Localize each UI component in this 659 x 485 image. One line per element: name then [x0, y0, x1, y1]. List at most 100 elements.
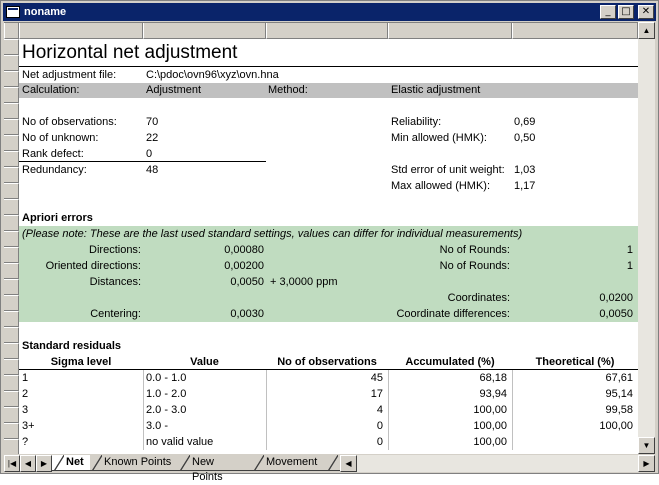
- next-sheet-button[interactable]: ▶: [36, 455, 52, 472]
- value-range-cell: 0.0 - 1.0: [146, 372, 187, 384]
- accumulated-cell: 68,18: [479, 372, 507, 384]
- scroll-down-button[interactable]: ▼: [638, 437, 655, 454]
- report-sheet[interactable]: Horizontal net adjustment Net adjustment…: [4, 22, 638, 454]
- col-theoretical: Theoretical (%): [535, 356, 615, 368]
- row-header-cell[interactable]: [4, 423, 19, 439]
- min-allowed-label: Min allowed (HMK):: [391, 132, 487, 144]
- column-separator: [512, 370, 513, 386]
- sheet-tab-net[interactable]: Net: [52, 455, 90, 471]
- sigma-level-cell: ?: [22, 436, 29, 448]
- row-header-cell[interactable]: [4, 231, 19, 247]
- row-header-cell[interactable]: [4, 247, 19, 263]
- row-header-cell[interactable]: [4, 103, 19, 119]
- scroll-left-button[interactable]: ◀: [340, 455, 357, 472]
- distances-ppm: + 3,0000 ppm: [270, 276, 338, 288]
- row-header-cell[interactable]: [4, 199, 19, 215]
- redundancy-label: Redundancy:: [22, 164, 87, 176]
- row-header-cell[interactable]: [4, 327, 19, 343]
- theoretical-cell: 67,61: [605, 372, 633, 384]
- rounds-label-2: No of Rounds:: [439, 260, 510, 272]
- row-header-cell[interactable]: [4, 311, 19, 327]
- app-icon: [6, 6, 20, 18]
- sheet-tab-new-points[interactable]: New Points: [178, 455, 252, 483]
- sheet-tab-known-points[interactable]: Known Points: [90, 455, 178, 471]
- row-header-cell[interactable]: [4, 151, 19, 167]
- scroll-right-button[interactable]: ▶: [638, 455, 655, 472]
- col-accumulated: Accumulated (%): [405, 356, 495, 368]
- unknown-value: 22: [146, 132, 159, 144]
- column-separator: [388, 402, 389, 418]
- observations-count-cell: 45: [370, 372, 383, 384]
- sigma-level-cell: 3+: [22, 420, 35, 432]
- accumulated-cell: 100,00: [473, 404, 507, 416]
- vertical-scrollbar[interactable]: ▲ ▼: [638, 22, 655, 454]
- sheet-tab-bar: |◀ ◀ ▶ Net Known Points New Points Movement…: [4, 455, 655, 483]
- row-header-cell[interactable]: [4, 183, 19, 199]
- scroll-up-button[interactable]: ▲: [638, 22, 655, 39]
- value-range-cell: 1.0 - 2.0: [146, 388, 187, 400]
- column-separator: [512, 402, 513, 418]
- row-header-cell[interactable]: [4, 39, 19, 55]
- column-separator: [266, 418, 267, 434]
- row-header-cell[interactable]: [4, 263, 19, 279]
- accumulated-cell: 100,00: [473, 436, 507, 448]
- column-separator: [388, 370, 389, 386]
- method-label: Method:: [268, 84, 308, 96]
- row-header-cell[interactable]: [4, 343, 19, 359]
- file-value: C:\pdoc\ovn96\xyz\ovn.hna: [146, 69, 279, 81]
- first-sheet-button[interactable]: |◀: [4, 455, 20, 472]
- row-header-cell[interactable]: [4, 279, 19, 295]
- row-header-cell[interactable]: [4, 407, 19, 423]
- apriori-heading: Apriori errors: [22, 212, 93, 224]
- value-range-cell: 2.0 - 3.0: [146, 404, 187, 416]
- row-header-cell[interactable]: [4, 71, 19, 87]
- row-header-cell[interactable]: [4, 391, 19, 407]
- col-sigma-level: Sigma level: [50, 356, 112, 368]
- row-header-cell[interactable]: [4, 135, 19, 151]
- column-separator: [143, 386, 144, 402]
- title-bar[interactable]: noname _ □ ✕: [3, 3, 656, 21]
- method-value: Elastic adjustment: [391, 84, 481, 96]
- calculation-band: [19, 83, 638, 98]
- row-header-cell[interactable]: [4, 55, 19, 71]
- theoretical-cell: 99,58: [605, 404, 633, 416]
- row-header-cell[interactable]: [4, 359, 19, 375]
- column-separator: [512, 434, 513, 450]
- coordinate-differences-value: 0,0050: [599, 308, 633, 320]
- coordinate-differences-label: Coordinate differences:: [396, 308, 510, 320]
- minimize-button[interactable]: _: [600, 5, 616, 19]
- column-separator: [388, 418, 389, 434]
- prev-sheet-button[interactable]: ◀: [20, 455, 36, 472]
- apriori-note: (Please note: These are the last used st…: [22, 228, 523, 240]
- reliability-label: Reliability:: [391, 116, 442, 128]
- row-header-cell[interactable]: [4, 167, 19, 183]
- row-header-cell[interactable]: [4, 215, 19, 231]
- std-error-value: 1,03: [514, 164, 536, 176]
- row-header-cell[interactable]: [4, 87, 19, 103]
- col-observations: No of observations: [277, 356, 377, 368]
- rank-defect-label: Rank defect:: [22, 148, 84, 160]
- oriented-directions-value: 0,00200: [224, 260, 264, 272]
- accumulated-cell: 100,00: [473, 420, 507, 432]
- report-title: Horizontal net adjustment: [22, 42, 238, 63]
- observations-count-cell: 17: [370, 388, 383, 400]
- row-header-cell[interactable]: [4, 119, 19, 135]
- observations-count-cell: 4: [376, 404, 383, 416]
- column-separator: [388, 434, 389, 450]
- sigma-level-cell: 1: [22, 372, 29, 384]
- row-header-cell[interactable]: [4, 439, 19, 454]
- min-allowed-value: 0,50: [514, 132, 536, 144]
- row-header-cell[interactable]: [4, 295, 19, 311]
- column-header-bar: [4, 23, 638, 39]
- row-header-cell[interactable]: [4, 375, 19, 391]
- maximize-button[interactable]: □: [618, 5, 634, 19]
- coordinates-label: Coordinates:: [447, 292, 510, 304]
- observations-count-cell: 0: [376, 420, 383, 432]
- max-allowed-label: Max allowed (HMK):: [391, 180, 491, 192]
- directions-label: Directions:: [89, 244, 141, 256]
- theoretical-cell: 100,00: [599, 420, 633, 432]
- app-window: noname _ □ ✕ Horizontal net adjustment N…: [0, 0, 659, 483]
- close-button[interactable]: ✕: [638, 5, 654, 19]
- sheet-tab-movement[interactable]: Movement: [252, 455, 326, 471]
- horizontal-scrollbar[interactable]: ◀ ▶: [340, 455, 655, 472]
